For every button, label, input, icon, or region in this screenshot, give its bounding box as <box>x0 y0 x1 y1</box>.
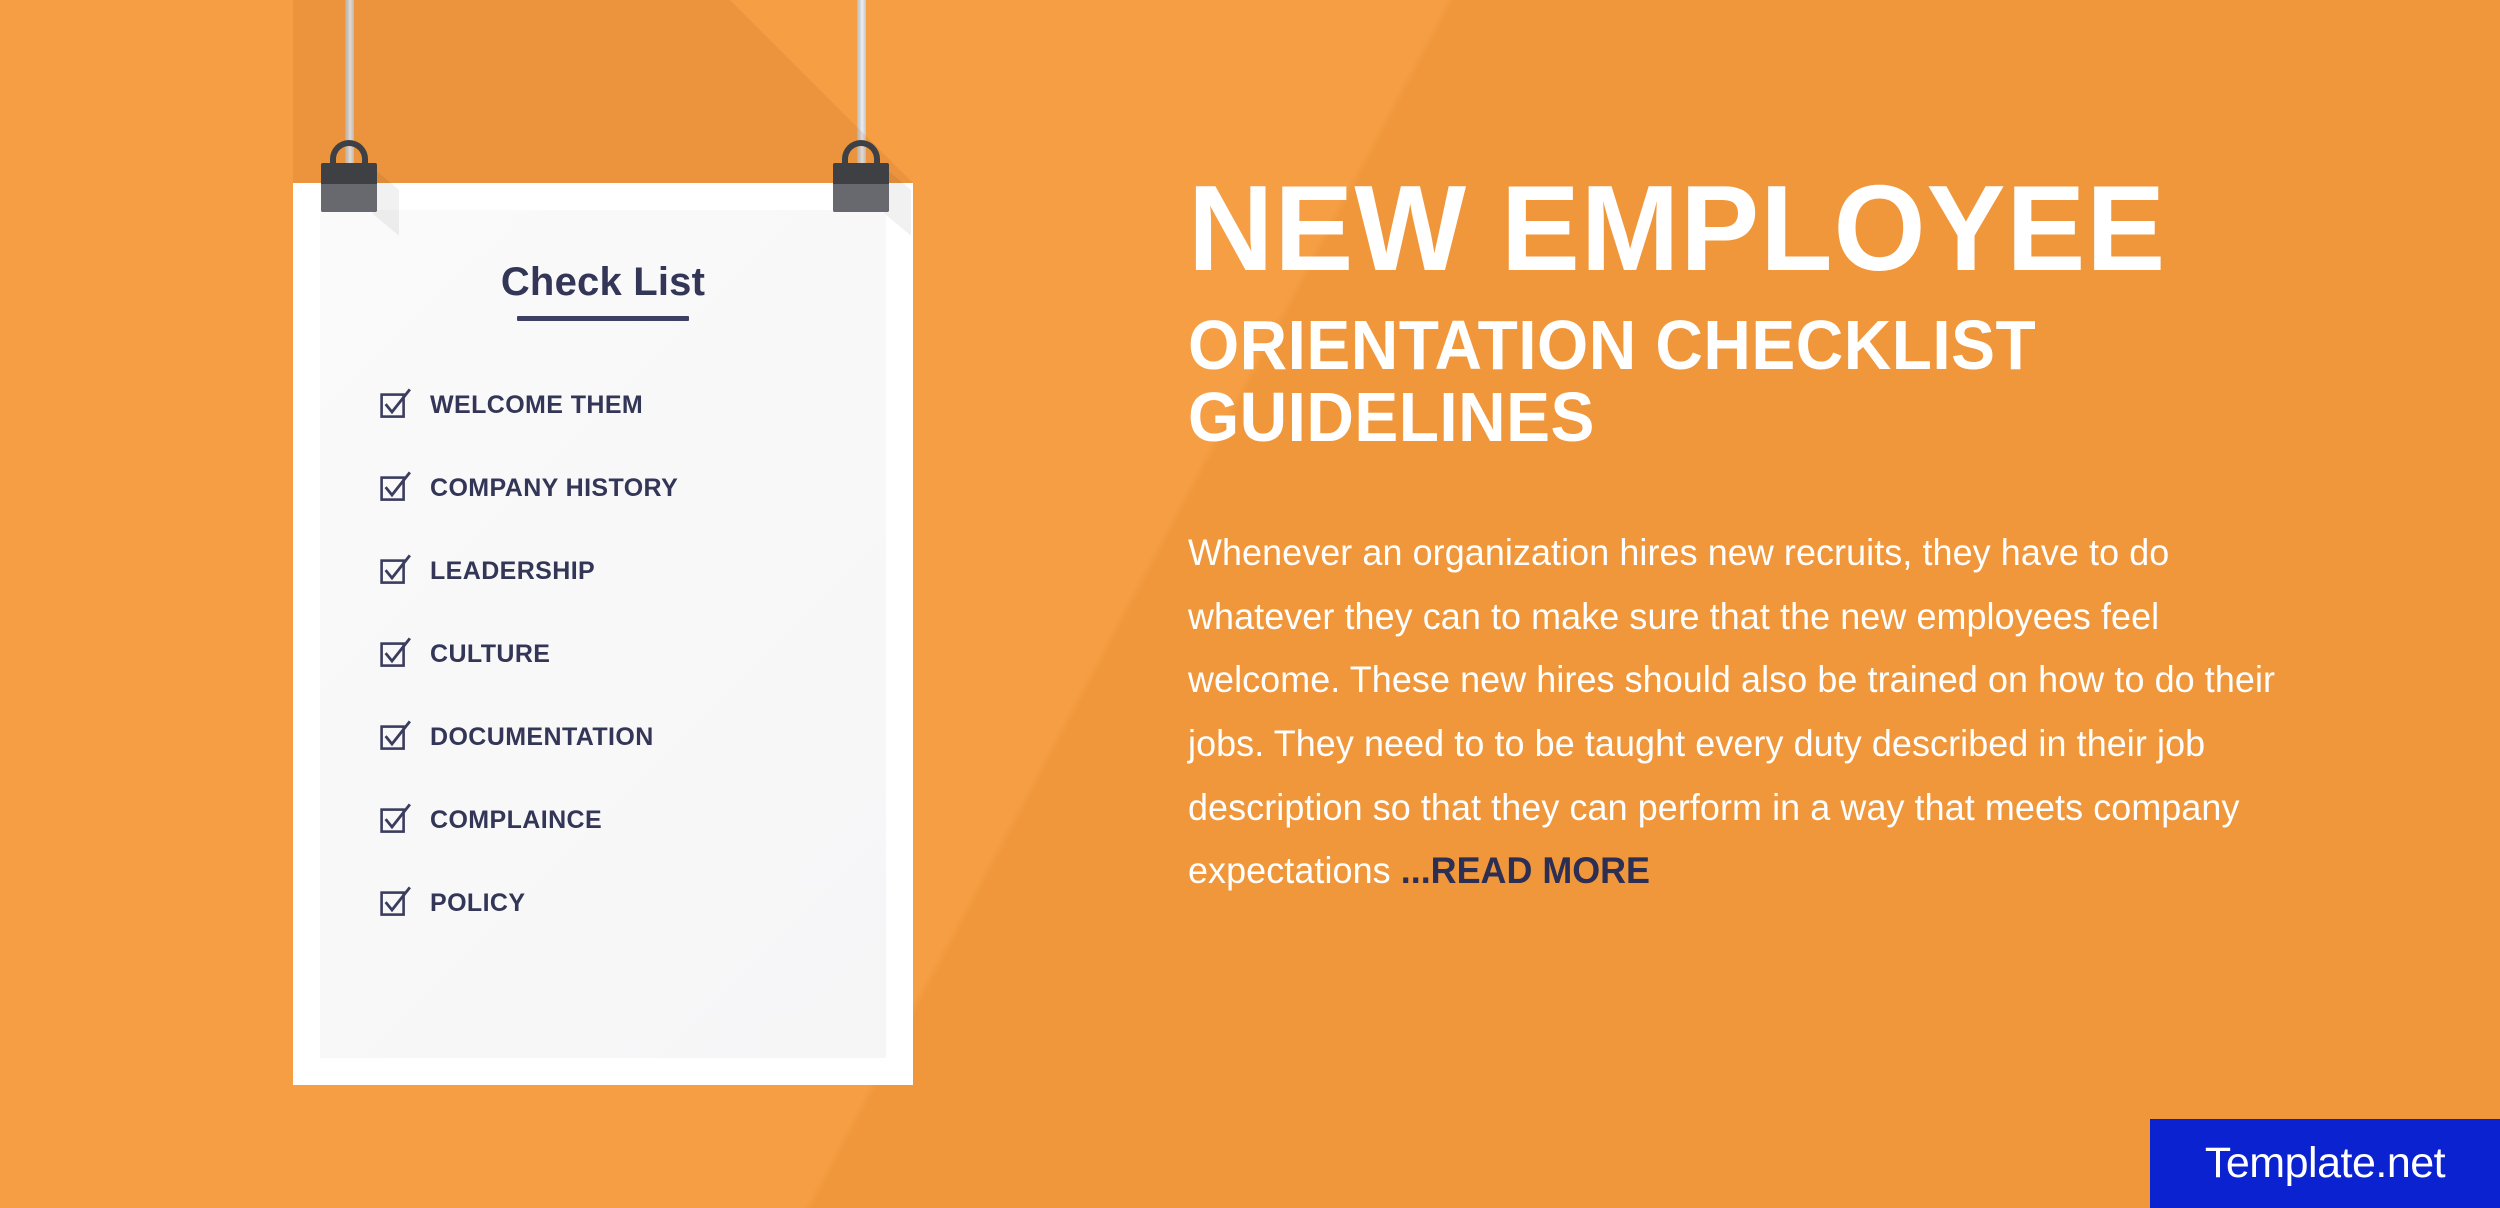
list-item-label: CULTURE <box>430 640 551 668</box>
list-item[interactable]: CULTURE <box>380 613 850 696</box>
checklist-items: WELCOME THEM COMPANY HISTORY LEADERSHIP … <box>380 364 850 945</box>
checked-box-icon[interactable] <box>380 388 411 421</box>
description-text: Whenever an organization hires new recru… <box>1188 532 2276 892</box>
banner-root: Check List WELCOME THEM COMPANY HISTORY … <box>0 0 2500 1208</box>
list-item-label: COMPLAINCE <box>430 806 603 834</box>
checked-box-icon[interactable] <box>380 471 411 504</box>
clip-body-lower <box>321 184 377 212</box>
checklist-title-underline <box>517 316 689 321</box>
list-item-label: COMPANY HISTORY <box>430 474 679 502</box>
list-item-label: WELCOME THEM <box>430 391 644 419</box>
checked-box-icon[interactable] <box>380 720 411 753</box>
list-item[interactable]: POLICY <box>380 862 850 945</box>
checklist-paper-card: Check List WELCOME THEM COMPANY HISTORY … <box>293 183 913 1085</box>
template-net-badge[interactable]: Template.net <box>2150 1119 2500 1208</box>
list-item[interactable]: COMPLAINCE <box>380 779 850 862</box>
page-title: NEW EMPLOYEE <box>1188 160 2167 296</box>
description-paragraph: Whenever an organization hires new recru… <box>1188 453 2284 903</box>
list-item-label: DOCUMENTATION <box>430 723 654 751</box>
checklist-title-block: Check List <box>320 262 886 321</box>
list-item-label: LEADERSHIP <box>430 557 596 585</box>
list-item[interactable]: COMPANY HISTORY <box>380 447 850 530</box>
binder-clip-right-icon <box>833 140 911 236</box>
checked-box-icon[interactable] <box>380 637 411 670</box>
template-net-label: Template.net <box>2204 1139 2446 1187</box>
read-more-link[interactable]: ...READ MORE <box>1401 850 1650 891</box>
checked-box-icon[interactable] <box>380 554 411 587</box>
checked-box-icon[interactable] <box>380 803 411 836</box>
checked-box-icon[interactable] <box>380 886 411 919</box>
binder-clip-left-icon <box>321 140 399 236</box>
list-item-label: POLICY <box>430 889 526 917</box>
page-subtitle-line-1: ORIENTATION CHECKLIST <box>1188 306 2037 385</box>
paper-inner-panel: Check List WELCOME THEM COMPANY HISTORY … <box>320 210 886 1058</box>
list-item[interactable]: WELCOME THEM <box>380 364 850 447</box>
content-column: NEW EMPLOYEE ORIENTATION CHECKLIST GUIDE… <box>1188 0 2368 903</box>
clip-body-lower <box>833 184 889 212</box>
page-subtitle-line-2: GUIDELINES <box>1188 377 1595 456</box>
list-item[interactable]: LEADERSHIP <box>380 530 850 613</box>
checklist-title: Check List <box>500 260 706 304</box>
list-item[interactable]: DOCUMENTATION <box>380 696 850 779</box>
page-subtitle: ORIENTATION CHECKLIST GUIDELINES <box>1188 284 2297 453</box>
